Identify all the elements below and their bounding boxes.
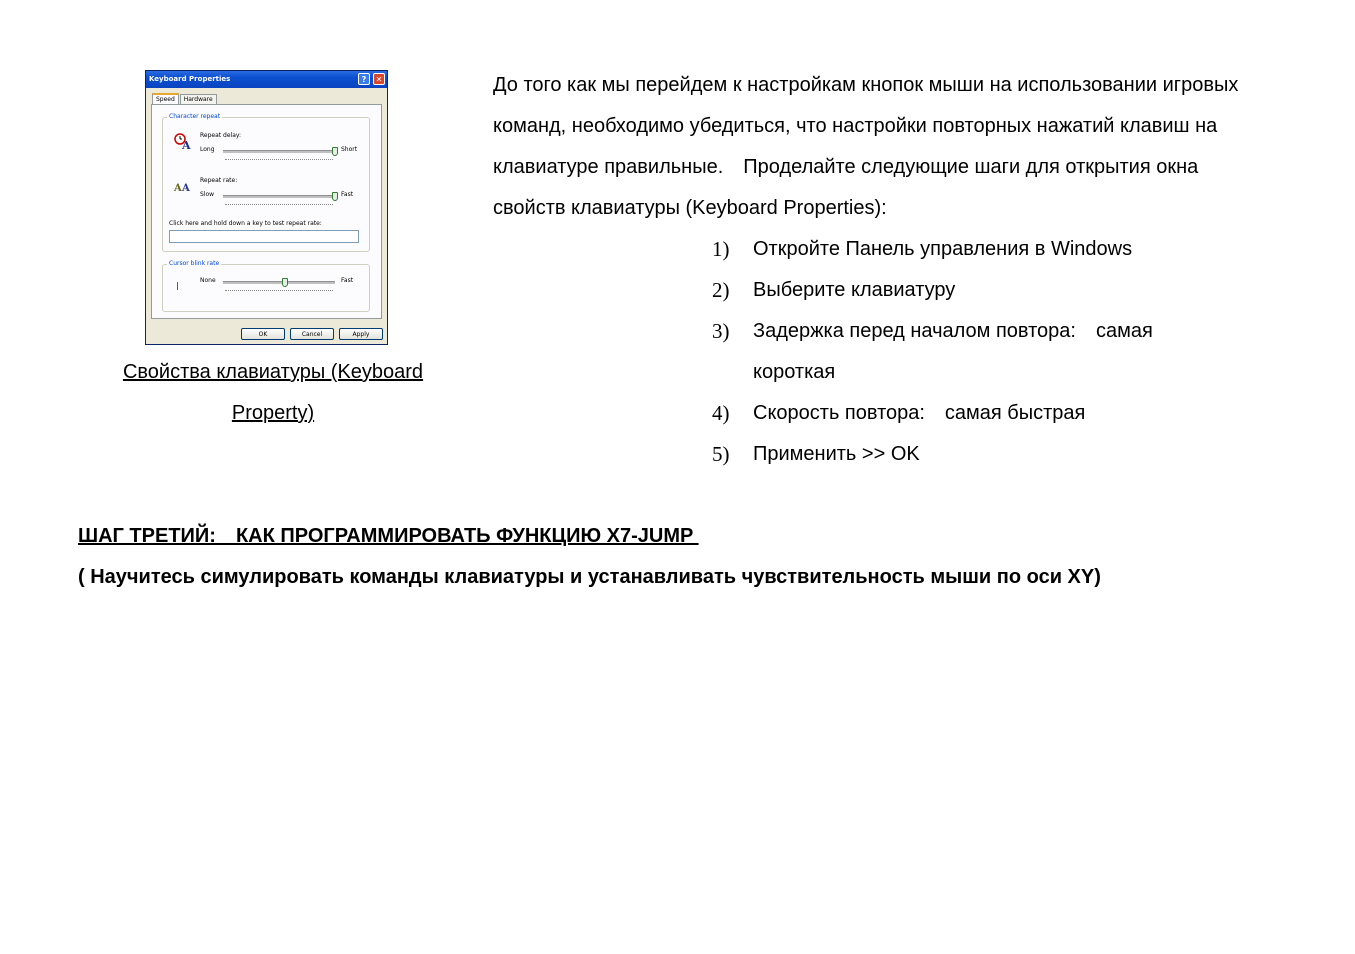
step-number: 2): [712, 278, 730, 302]
close-button[interactable]: ✕: [373, 73, 385, 85]
repeat-rate-slider[interactable]: [332, 192, 338, 201]
cancel-button[interactable]: Cancel: [290, 328, 334, 340]
character-repeat-label: Character repeat: [167, 113, 223, 120]
caption-line-2: Property): [231, 402, 315, 424]
step-number: 1): [712, 237, 730, 261]
step-text: Откройте Панель управления в Windows: [753, 238, 1133, 260]
blink-none-label: None: [200, 277, 216, 284]
step-number: 4): [712, 401, 730, 425]
cursor-blink-label: Cursor blink rate: [167, 260, 222, 267]
cursor-blink-slider[interactable]: [281, 278, 288, 287]
svg-text:A: A: [181, 183, 190, 194]
intro-paragraph: До того как мы перейдем к настройкам кно…: [493, 74, 1239, 219]
keyboard-properties-screenshot: Keyboard Properties ? ✕ Speed Hardware C…: [145, 70, 388, 345]
help-button[interactable]: ?: [358, 73, 370, 85]
blink-fast-label: Fast: [341, 277, 354, 284]
cursor-glyph: |: [176, 281, 179, 290]
repeat-rate-text: Repeat rate:: [200, 177, 238, 184]
dialog-tabs: Speed Hardware: [152, 93, 217, 106]
section-heading-text: ШАГ ТРЕТИЙ: КАК ПРОГРАММИРОВАТЬ ФУНКЦИЮ …: [78, 525, 699, 547]
apply-button[interactable]: Apply: [339, 328, 383, 340]
step-text: Задержка перед началом повтора: самая ко…: [753, 320, 1153, 383]
step-item: 5) Применить >> OK: [712, 434, 1272, 475]
character-repeat-group: Character repeat A Repeat delay: Long Sh…: [162, 113, 370, 252]
svg-text:A: A: [181, 139, 191, 150]
section-heading: ШАГ ТРЕТИЙ: КАК ПРОГРАММИРОВАТЬ ФУНКЦИЮ …: [78, 516, 699, 557]
test-repeat-label: Click here and hold down a key to test r…: [169, 220, 322, 227]
repeat-delay-label: Repeat delay:: [200, 132, 242, 139]
step-text: Выберите клавиатуру: [753, 279, 956, 301]
repeat-delay-slider[interactable]: [332, 147, 338, 156]
section-subheading: ( Научитесь симулировать команды клавиат…: [78, 566, 1101, 588]
step-number: 3): [712, 319, 730, 343]
rate-slow-label: Slow: [200, 191, 215, 198]
repeated-letters-icon: A A: [173, 178, 193, 196]
step-item: 4) Скорость повтора: самая быстрая: [712, 393, 1272, 434]
repeat-delay-track: [223, 150, 335, 153]
rate-fast-label: Fast: [341, 191, 354, 198]
cursor-blink-ticks: [225, 290, 333, 293]
speed-panel: Character repeat A Repeat delay: Long Sh…: [151, 104, 382, 319]
repeat-rate-label: Repeat rate:: [200, 177, 237, 184]
step-number: 5): [712, 442, 730, 466]
delay-long-label: Long: [200, 146, 215, 153]
repeat-rate-ticks: [225, 204, 333, 207]
dialog-title-bar: Keyboard Properties ? ✕: [146, 71, 387, 88]
figure-caption: Свойства клавиатуры (Keyboard Property): [80, 352, 466, 434]
step-text: Применить >> OK: [753, 443, 920, 465]
test-repeat-input[interactable]: [169, 230, 359, 243]
ok-button[interactable]: OK: [241, 328, 285, 340]
svg-text:A: A: [173, 183, 182, 194]
clock-letter-icon: A: [173, 132, 193, 152]
repeat-delay-ticks: [225, 159, 333, 162]
repeat-rate-track: [223, 195, 335, 198]
step-item: 2) Выберите клавиатуру: [712, 270, 1272, 311]
step-text: Скорость повтора: самая быстрая: [753, 402, 1086, 424]
dialog-title: Keyboard Properties: [149, 75, 231, 83]
steps-list: 1) Откройте Панель управления в Windows …: [712, 229, 1272, 475]
caption-line-1: Свойства клавиатуры (Keyboard: [122, 361, 424, 383]
cursor-blink-track: [223, 281, 335, 284]
step-item: 3) Задержка перед началом повтора: самая…: [712, 311, 1228, 393]
step-item: 1) Откройте Панель управления в Windows: [712, 229, 1272, 270]
cursor-blink-group: Cursor blink rate | None Fast: [162, 260, 370, 312]
delay-short-label: Short: [341, 146, 358, 153]
